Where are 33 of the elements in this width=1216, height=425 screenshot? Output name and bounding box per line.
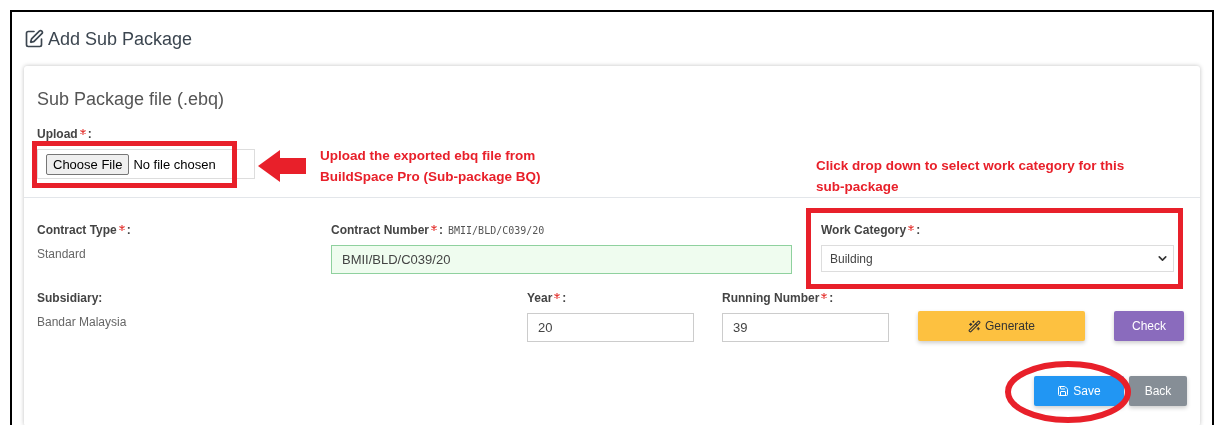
contract-number-field[interactable]: BMII/BLD/C039/20 [331, 245, 792, 274]
label-colon: : [126, 224, 131, 237]
edit-icon [24, 29, 44, 49]
upload-label: Upload [37, 128, 78, 141]
label-colon: : [916, 224, 921, 237]
work-category-label: Work Category [821, 224, 907, 237]
generate-button[interactable]: Generate [918, 311, 1085, 341]
year-field[interactable]: 20 [527, 313, 694, 342]
contract-number-hint: BMII/BLD/C039/20 [448, 224, 545, 237]
file-input[interactable]: Choose File No file chosen [37, 149, 255, 179]
choose-file-button[interactable]: Choose File [46, 153, 130, 175]
annotation-note: Click drop down to select work category for this sub-package [816, 157, 1126, 196]
subsidiary-label: Subsidiary: [37, 292, 103, 305]
label-colon: : [87, 128, 92, 141]
label-colon: : [439, 224, 443, 237]
label-colon: : [829, 292, 834, 305]
section-title: Sub Package file (.ebq) [37, 88, 225, 110]
label-colon: : [562, 292, 567, 305]
check-button[interactable]: Check [1114, 311, 1184, 341]
work-category-select[interactable]: Building [821, 245, 1174, 272]
magic-wand-icon [967, 319, 981, 333]
annotation-note: Upload the exported ebq file from BuildSpace Pro (Sub-package BQ) [320, 147, 542, 186]
subsidiary-value: Bandar Malaysia [37, 315, 127, 329]
contract-type-value: Standard [37, 247, 86, 261]
contract-number-label: Contract Number [331, 224, 429, 237]
contract-type-label: Contract Type [37, 224, 117, 237]
running-number-field[interactable]: 39 [722, 313, 889, 342]
year-label: Year [527, 292, 553, 305]
running-number-label: Running Number [722, 292, 820, 305]
file-status: No file chosen [133, 156, 216, 172]
save-icon [1057, 385, 1070, 397]
arrow-icon [258, 150, 306, 182]
page-title: Add Sub Package [48, 28, 193, 50]
